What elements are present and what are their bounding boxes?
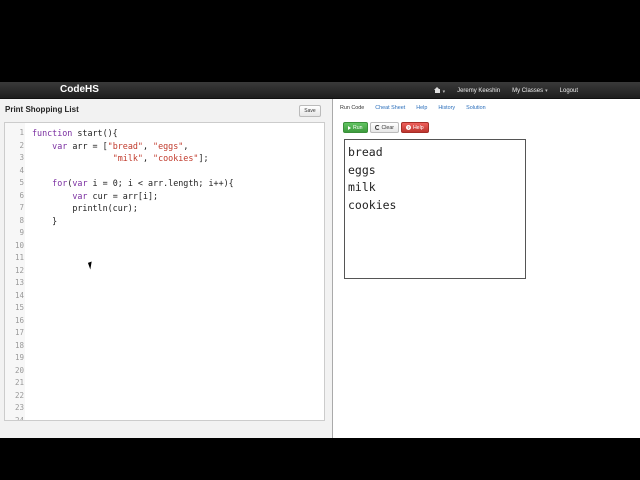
- line-number: 20: [14, 365, 24, 375]
- code-line: 21: [5, 377, 324, 390]
- home-icon: [433, 86, 441, 93]
- user-name-link[interactable]: Jeremy Keeshin: [457, 88, 500, 94]
- tab-bar: Run Code Cheat Sheet Help History Soluti…: [334, 99, 640, 117]
- line-number: 24: [14, 415, 24, 421]
- line-number: 1: [19, 128, 24, 137]
- line-number: 23: [14, 403, 24, 412]
- console-line: milk: [348, 180, 376, 194]
- help-label: Help: [412, 124, 424, 131]
- console-line: eggs: [348, 162, 376, 177]
- my-classes-menu[interactable]: My Classes ▾: [512, 88, 548, 94]
- code-line: 14: [5, 290, 324, 303]
- code-line: 4: [5, 165, 324, 178]
- run-controls: Run Clear ? Help: [343, 122, 429, 133]
- console-line: bread: [348, 145, 383, 159]
- code-line: 6 var cur = arr[i];: [5, 190, 324, 203]
- logout-link[interactable]: Logout: [560, 88, 578, 94]
- tab-help[interactable]: Help: [416, 105, 427, 111]
- brand-logo[interactable]: CodeHS: [60, 84, 99, 95]
- console-output: bread eggs milk cookies: [344, 139, 526, 279]
- code-line: 18: [5, 340, 324, 353]
- line-number: 15: [14, 303, 24, 312]
- line-number: 4: [19, 165, 24, 175]
- code-line: 1 function start(){: [5, 127, 324, 140]
- code-line: 12: [5, 265, 324, 278]
- line-number: 21: [14, 378, 24, 387]
- code-line: 13: [5, 277, 324, 290]
- output-pane: Run Code Cheat Sheet Help History Soluti…: [334, 99, 640, 438]
- code-line: 11: [5, 252, 324, 265]
- tab-cheat-sheet[interactable]: Cheat Sheet: [375, 105, 405, 111]
- save-button[interactable]: Save: [299, 105, 321, 117]
- play-icon: [348, 125, 351, 130]
- line-number: 17: [14, 328, 24, 337]
- code-line: 7 println(cur);: [5, 202, 324, 215]
- code-line: 22: [5, 390, 324, 403]
- code-line: 2 var arr = ["bread", "eggs",: [5, 140, 324, 153]
- line-number: 9: [19, 228, 24, 237]
- line-number: 13: [14, 278, 24, 287]
- code-line: 3 "milk", "cookies"];: [5, 152, 324, 165]
- run-button[interactable]: Run: [343, 122, 368, 133]
- codehs-app: CodeHS ▾ Jeremy Keeshin My Classes ▾ Logo…: [0, 82, 640, 438]
- line-number: 22: [14, 390, 24, 400]
- help-button[interactable]: ? Help: [400, 122, 429, 133]
- editor-pane: Print Shopping List Save 1 function start…: [0, 99, 333, 438]
- program-title: Print Shopping List: [5, 105, 79, 114]
- nav-right: ▾ Jeremy Keeshin My Classes ▾ Logout: [433, 82, 578, 99]
- line-number: 19: [14, 353, 24, 362]
- line-number: 8: [19, 215, 24, 225]
- code-line: 15: [5, 302, 324, 315]
- line-number: 2: [19, 140, 24, 150]
- line-number: 16: [14, 315, 24, 325]
- code-line: 17: [5, 327, 324, 340]
- line-number: 6: [19, 190, 24, 200]
- code-line: 5 for(var i = 0; i < arr.length; i++){: [5, 177, 324, 190]
- line-number: 10: [14, 240, 24, 250]
- my-classes-label: My Classes: [512, 87, 544, 94]
- chevron-down-icon: ▾: [442, 88, 446, 95]
- code-line: 24: [5, 415, 324, 421]
- line-number: 5: [19, 178, 24, 187]
- code-line: 8 }: [5, 215, 324, 228]
- tab-history[interactable]: History: [438, 105, 455, 111]
- line-number: 12: [14, 265, 24, 275]
- code-line: 19: [5, 352, 324, 365]
- code-line: 20: [5, 365, 324, 378]
- line-number: 14: [14, 290, 24, 300]
- line-number: 18: [14, 340, 24, 350]
- top-navbar: CodeHS ▾ Jeremy Keeshin My Classes ▾ Logo…: [0, 82, 640, 99]
- line-number: 11: [14, 253, 24, 262]
- tab-solution[interactable]: Solution: [466, 105, 485, 111]
- line-number: 3: [19, 153, 24, 162]
- code-line: 23: [5, 402, 324, 415]
- code-line: 16: [5, 315, 324, 328]
- question-icon: ?: [405, 125, 411, 130]
- clear-label: Clear: [381, 124, 394, 131]
- code-line: 9: [5, 227, 324, 240]
- home-menu[interactable]: ▾: [433, 86, 446, 95]
- code-line: 10: [5, 240, 324, 253]
- clear-button[interactable]: Clear: [369, 122, 399, 133]
- chevron-down-icon: ▾: [545, 87, 548, 94]
- refresh-icon: [374, 125, 380, 130]
- tab-run-code[interactable]: Run Code: [340, 105, 364, 111]
- line-number: 7: [19, 203, 24, 212]
- code-editor[interactable]: 1 function start(){ 2 var arr = ["bread",…: [4, 122, 325, 421]
- run-label: Run: [353, 124, 363, 131]
- console-line: cookies: [348, 197, 397, 212]
